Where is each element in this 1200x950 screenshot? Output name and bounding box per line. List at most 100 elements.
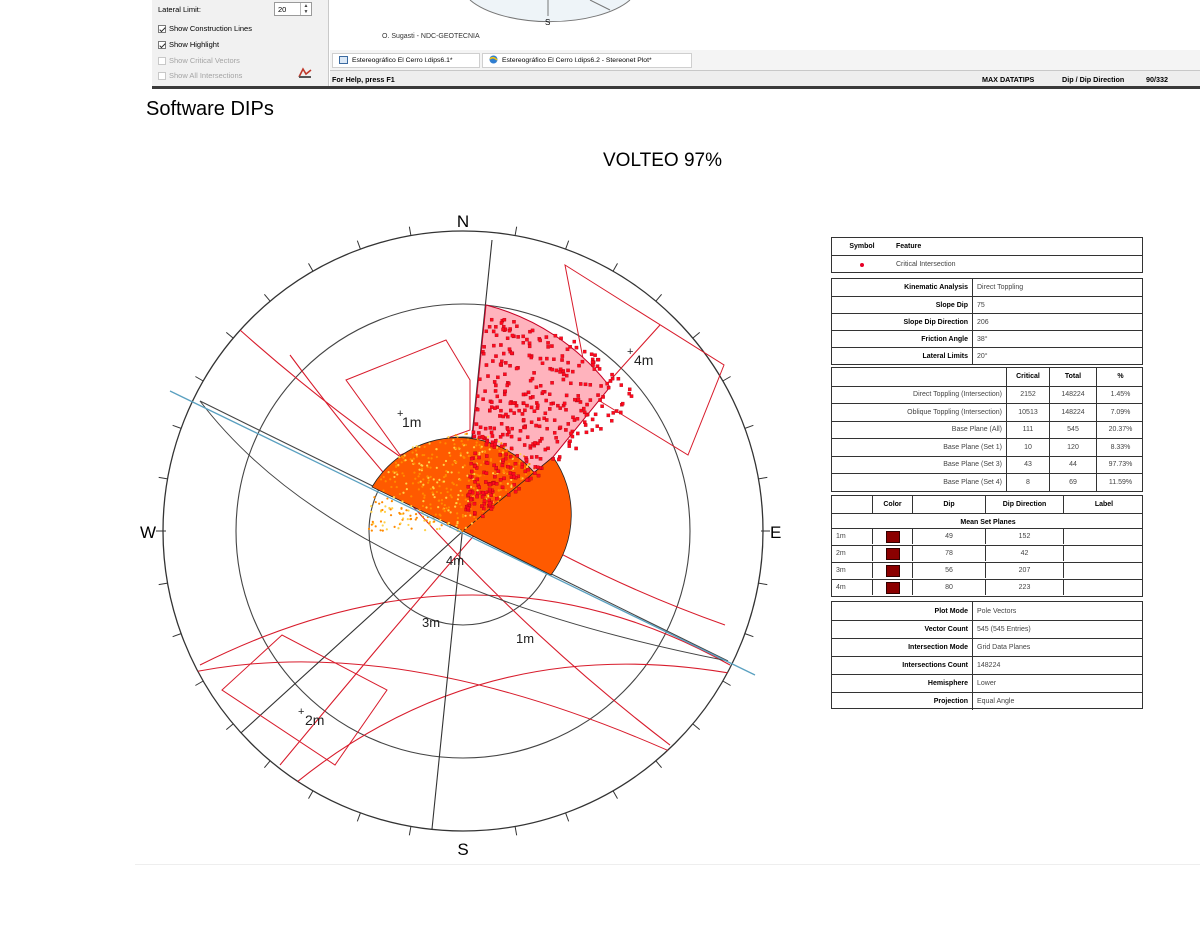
intersection-point xyxy=(438,478,441,481)
critical-intersection-point xyxy=(502,317,507,322)
critical-intersection-point xyxy=(576,394,580,398)
results-label: Oblique Toppling (Intersection) xyxy=(907,408,1002,416)
intersection-point xyxy=(440,502,443,505)
critical-intersection-point xyxy=(583,420,587,424)
intersection-point xyxy=(423,519,426,522)
intersection-point xyxy=(409,514,412,517)
checkbox-checked[interactable] xyxy=(158,24,166,33)
pole-label-2m: 2m xyxy=(305,712,324,728)
plot-info-row: Plot Mode Pole Vectors xyxy=(832,602,1142,620)
critical-intersection-point xyxy=(600,404,604,408)
intersection-point xyxy=(427,457,430,460)
checkbox-disabled[interactable] xyxy=(158,71,166,80)
critical-intersection-point xyxy=(536,473,541,478)
critical-intersection-point xyxy=(487,498,491,503)
intersection-point xyxy=(425,506,428,509)
tools-icon[interactable] xyxy=(298,66,312,84)
intersection-point xyxy=(421,485,424,488)
critical-intersection-point xyxy=(493,406,497,410)
critical-intersection-point xyxy=(540,361,545,365)
results-header: % xyxy=(1096,368,1144,386)
critical-intersection-point xyxy=(538,457,543,461)
critical-intersection-point xyxy=(504,452,508,457)
intersection-point xyxy=(417,475,420,478)
results-header: Total xyxy=(1049,368,1096,386)
critical-intersection-point xyxy=(571,369,575,374)
critical-intersection-point xyxy=(494,383,498,388)
critical-intersection-point xyxy=(481,514,485,519)
critical-intersection-point xyxy=(547,392,552,396)
intersection-point xyxy=(373,496,376,499)
option-show-construction-lines[interactable]: Show Construction Lines xyxy=(158,24,252,33)
critical-intersection-point xyxy=(515,453,519,458)
tab-document-1[interactable]: Estereográfico El Cerro l.dips6.1* xyxy=(332,53,480,68)
intersection-point xyxy=(461,513,465,517)
tab-document-2[interactable]: Estereográfico El Cerro l.dips6.2 - Ster… xyxy=(482,53,692,68)
intersection-point xyxy=(455,502,458,505)
critical-intersection-point xyxy=(488,426,493,430)
critical-intersection-symbol xyxy=(832,256,892,273)
intersection-point xyxy=(463,464,466,467)
intersection-point xyxy=(483,450,486,453)
azimuth-tick xyxy=(225,723,234,731)
critical-intersection-point xyxy=(489,430,494,435)
critical-intersection-point xyxy=(536,403,540,408)
intersection-point xyxy=(418,445,421,448)
tab-label: Estereográfico El Cerro l.dips6.2 - Ster… xyxy=(502,57,652,64)
critical-intersection-point xyxy=(574,446,578,451)
stereonet-plot: N S W E 1m + 4m + 2m + 4m 3m 1m xyxy=(140,212,781,859)
azimuth-tick xyxy=(722,376,731,382)
checkbox-checked[interactable] xyxy=(158,40,166,49)
critical-intersection-point xyxy=(564,408,568,412)
critical-intersection-point xyxy=(583,423,588,427)
intersection-point xyxy=(461,443,464,446)
critical-intersection-point xyxy=(520,462,524,466)
intersection-point xyxy=(499,482,502,485)
legend-header-feature: Feature xyxy=(896,243,922,250)
critical-intersection-point xyxy=(490,400,494,404)
critical-intersection-point xyxy=(494,325,498,329)
critical-intersection-point xyxy=(521,418,526,422)
intersection-point xyxy=(438,527,441,530)
critical-intersection-point xyxy=(501,327,505,332)
critical-intersection-point xyxy=(528,378,533,383)
intersection-point xyxy=(453,460,456,463)
mean-sets-block: Color Dip Dip Direction Label Mean Set Plane… xyxy=(831,495,1143,597)
critical-intersection-point xyxy=(531,395,535,399)
intersection-point xyxy=(415,445,418,448)
lateral-limit-spinner[interactable]: ▲ ▼ xyxy=(300,3,311,15)
pole-marker-1m: + xyxy=(397,408,403,420)
critical-intersection-point xyxy=(484,329,489,334)
results-row: Base Plane (All) 111 545 20.37% xyxy=(832,420,1142,438)
kinematic-label: Friction Angle xyxy=(921,335,968,343)
intersection-point xyxy=(492,494,496,497)
checkbox-disabled[interactable] xyxy=(158,56,166,65)
critical-intersection-point xyxy=(515,324,519,328)
critical-intersection-point xyxy=(552,357,556,361)
critical-intersection-point xyxy=(494,333,499,337)
option-show-critical-vectors[interactable]: Show Critical Vectors xyxy=(158,56,240,65)
compass-east: E xyxy=(770,523,781,542)
set-color-swatch xyxy=(872,563,912,578)
intersection-point xyxy=(381,524,384,527)
critical-intersection-point xyxy=(540,436,544,441)
intersection-point xyxy=(454,434,457,437)
results-critical: 10513 xyxy=(1006,404,1049,421)
azimuth-tick xyxy=(158,582,168,586)
plane-label-3m: 3m xyxy=(422,615,440,630)
intersection-point xyxy=(379,520,383,523)
critical-intersection-point xyxy=(550,381,554,385)
critical-intersection-point xyxy=(530,455,534,459)
status-help: For Help, press F1 xyxy=(332,75,395,84)
critical-intersection-point xyxy=(469,497,473,502)
critical-intersection-point xyxy=(545,356,549,361)
results-row: Base Plane (Set 1) 10 120 8.33% xyxy=(832,438,1142,456)
option-show-highlight[interactable]: Show Highlight xyxy=(158,40,219,49)
critical-intersection-point xyxy=(573,397,577,402)
intersection-point xyxy=(462,455,465,458)
azimuth-tick xyxy=(565,240,570,250)
critical-intersection-point xyxy=(561,372,566,377)
critical-intersection-point xyxy=(580,359,585,364)
results-row: Oblique Toppling (Intersection) 10513 1482… xyxy=(832,403,1142,421)
option-show-all-intersections[interactable]: Show All Intersections xyxy=(158,71,242,80)
